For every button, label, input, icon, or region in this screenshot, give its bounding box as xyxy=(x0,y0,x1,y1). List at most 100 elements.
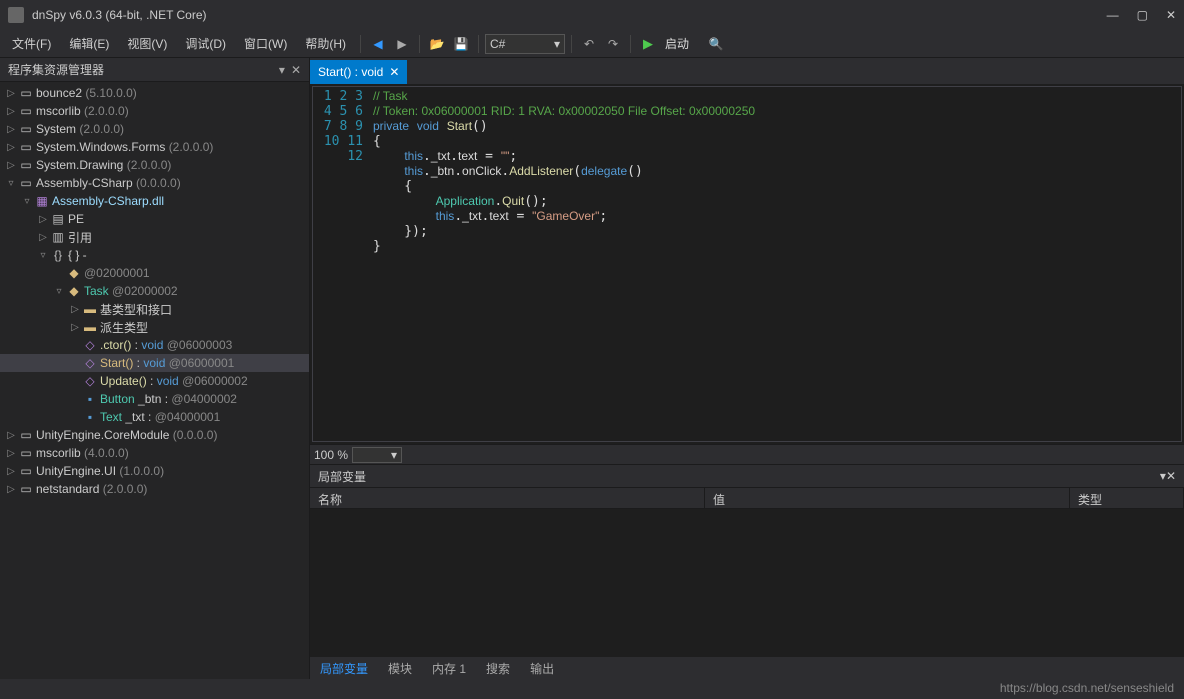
tree-row[interactable]: ▷▭System.Drawing (2.0.0.0) xyxy=(0,156,309,174)
search-button[interactable]: 🔍 xyxy=(705,33,727,55)
mth-icon: ◇ xyxy=(82,374,98,388)
tree-row[interactable]: ▷▭bounce2 (5.10.0.0) xyxy=(0,84,309,102)
tree-row[interactable]: ▷▭System.Windows.Forms (2.0.0.0) xyxy=(0,138,309,156)
col-name[interactable]: 名称 xyxy=(310,488,705,508)
tree-label: { } - xyxy=(68,248,87,262)
tree-arrow-icon[interactable]: ▿ xyxy=(52,286,66,297)
cls-icon: ◆ xyxy=(66,284,82,298)
asm-icon: ▭ xyxy=(18,464,34,478)
tree-label: mscorlib (2.0.0.0) xyxy=(36,104,129,118)
code-content[interactable]: // Task // Token: 0x06000001 RID: 1 RVA:… xyxy=(373,87,1181,441)
tree-row[interactable]: ▷▭UnityEngine.UI (1.0.0.0) xyxy=(0,462,309,480)
watermark: https://blog.csdn.net/senseshield xyxy=(1000,681,1174,695)
tree-arrow-icon[interactable]: ▿ xyxy=(36,250,50,261)
tree-arrow-icon[interactable]: ▷ xyxy=(4,484,18,495)
minimize-button[interactable]: — xyxy=(1107,8,1119,22)
bottom-tab-locals[interactable]: 局部变量 xyxy=(310,657,378,680)
asm-icon: ▭ xyxy=(18,122,34,136)
tree-row[interactable]: ▿▭Assembly-CSharp (0.0.0.0) xyxy=(0,174,309,192)
pane-close-icon[interactable]: ✕ xyxy=(291,63,301,77)
ns-icon: {} xyxy=(50,248,66,262)
tree-row[interactable]: ▿◆Task @02000002 xyxy=(0,282,309,300)
tree-label: Text _txt : @04000001 xyxy=(100,410,220,424)
bottom-tab-search[interactable]: 搜索 xyxy=(476,657,520,680)
undo-button[interactable]: ↶ xyxy=(578,33,600,55)
tree-row[interactable]: ◇Update() : void @06000002 xyxy=(0,372,309,390)
tree-row[interactable]: ▿▦Assembly-CSharp.dll xyxy=(0,192,309,210)
tree-row[interactable]: ◆ @02000001 xyxy=(0,264,309,282)
titlebar: dnSpy v6.0.3 (64-bit, .NET Core) — ▢ ✕ xyxy=(0,0,1184,30)
tree-arrow-icon[interactable]: ▷ xyxy=(4,160,18,171)
tree-row[interactable]: ▿{}{ } - xyxy=(0,246,309,264)
tree-arrow-icon[interactable]: ▷ xyxy=(36,232,50,243)
tree-label: UnityEngine.CoreModule (0.0.0.0) xyxy=(36,428,217,442)
tree-row[interactable]: ▪Button _btn : @04000002 xyxy=(0,390,309,408)
tree-row[interactable]: ▷▬基类型和接口 xyxy=(0,300,309,318)
code-editor[interactable]: 1 2 3 4 5 6 7 8 9 10 11 12 // Task // To… xyxy=(312,86,1182,442)
tree-arrow-icon[interactable]: ▷ xyxy=(4,88,18,99)
open-button[interactable]: 📂 xyxy=(426,33,448,55)
tree-row[interactable]: ▷▬派生类型 xyxy=(0,318,309,336)
tree-label: System (2.0.0.0) xyxy=(36,122,124,136)
save-button[interactable]: 💾 xyxy=(450,33,472,55)
asm-icon: ▭ xyxy=(18,140,34,154)
tree-arrow-icon[interactable]: ▷ xyxy=(4,430,18,441)
tree-arrow-icon[interactable]: ▷ xyxy=(68,304,82,315)
tree-arrow-icon[interactable]: ▷ xyxy=(4,106,18,117)
close-button[interactable]: ✕ xyxy=(1166,8,1176,22)
tree-row[interactable]: ▷▭System (2.0.0.0) xyxy=(0,120,309,138)
assembly-explorer-pane: 程序集资源管理器 ▾ ✕ ▷▭bounce2 (5.10.0.0)▷▭mscor… xyxy=(0,58,310,679)
menu-file[interactable]: 文件(F) xyxy=(4,33,59,54)
col-value[interactable]: 值 xyxy=(705,488,1070,508)
chevron-down-icon: ▾ xyxy=(554,37,560,51)
tree-row[interactable]: ▪Text _txt : @04000001 xyxy=(0,408,309,426)
tree-arrow-icon[interactable]: ▷ xyxy=(4,124,18,135)
language-combo[interactable]: C#▾ xyxy=(485,34,565,54)
run-button[interactable]: ▶ xyxy=(637,33,659,55)
fld-icon: ▬ xyxy=(82,320,98,334)
asm-icon: ▭ xyxy=(18,176,34,190)
menu-window[interactable]: 窗口(W) xyxy=(236,33,295,54)
tree-arrow-icon[interactable]: ▷ xyxy=(4,142,18,153)
editor-tab-close-icon[interactable]: ✕ xyxy=(389,65,399,79)
menu-edit[interactable]: 编辑(E) xyxy=(61,33,117,54)
tree-arrow-icon[interactable]: ▷ xyxy=(68,322,82,333)
tree-row[interactable]: ▷▭mscorlib (2.0.0.0) xyxy=(0,102,309,120)
zoom-combo[interactable]: ▾ xyxy=(352,447,402,463)
tree-row[interactable]: ◇.ctor() : void @06000003 xyxy=(0,336,309,354)
tree-row[interactable]: ▷▭mscorlib (4.0.0.0) xyxy=(0,444,309,462)
tree-row[interactable]: ▷▭netstandard (2.0.0.0) xyxy=(0,480,309,498)
bottom-tab-modules[interactable]: 模块 xyxy=(378,657,422,680)
mth-icon: ◇ xyxy=(82,356,98,370)
locals-title: 局部变量 xyxy=(318,468,366,485)
run-label[interactable]: 启动 xyxy=(665,35,689,52)
tree-arrow-icon[interactable]: ▿ xyxy=(4,178,18,189)
pane-dropdown-icon[interactable]: ▾ xyxy=(279,63,285,77)
tree-label: Button _btn : @04000002 xyxy=(100,392,237,406)
nav-back-button[interactable]: ◀ xyxy=(367,33,389,55)
tree-label: mscorlib (4.0.0.0) xyxy=(36,446,129,460)
menu-help[interactable]: 帮助(H) xyxy=(297,33,354,54)
tree-arrow-icon[interactable]: ▷ xyxy=(4,466,18,477)
tree-row[interactable]: ▷▥引用 xyxy=(0,228,309,246)
bottom-tab-memory[interactable]: 内存 1 xyxy=(422,657,476,680)
editor-tab-active[interactable]: Start() : void ✕ xyxy=(310,60,407,84)
menubar: 文件(F) 编辑(E) 视图(V) 调试(D) 窗口(W) 帮助(H) ◀ ▶ … xyxy=(0,30,1184,58)
tree-row[interactable]: ▷▭UnityEngine.CoreModule (0.0.0.0) xyxy=(0,426,309,444)
asm-icon: ▭ xyxy=(18,428,34,442)
maximize-button[interactable]: ▢ xyxy=(1137,8,1148,22)
locals-close-icon[interactable]: ✕ xyxy=(1166,469,1176,483)
col-type[interactable]: 类型 xyxy=(1070,488,1184,508)
tree-arrow-icon[interactable]: ▷ xyxy=(36,214,50,225)
menu-view[interactable]: 视图(V) xyxy=(119,33,175,54)
redo-button[interactable]: ↷ xyxy=(602,33,624,55)
bottom-tab-output[interactable]: 输出 xyxy=(520,657,564,680)
nav-forward-button[interactable]: ▶ xyxy=(391,33,413,55)
tree-row[interactable]: ◇Start() : void @06000001 xyxy=(0,354,309,372)
tree-label: bounce2 (5.10.0.0) xyxy=(36,86,137,100)
menu-debug[interactable]: 调试(D) xyxy=(177,33,234,54)
assembly-tree[interactable]: ▷▭bounce2 (5.10.0.0)▷▭mscorlib (2.0.0.0)… xyxy=(0,82,309,679)
tree-row[interactable]: ▷▤PE xyxy=(0,210,309,228)
tree-arrow-icon[interactable]: ▷ xyxy=(4,448,18,459)
tree-arrow-icon[interactable]: ▿ xyxy=(20,196,34,207)
